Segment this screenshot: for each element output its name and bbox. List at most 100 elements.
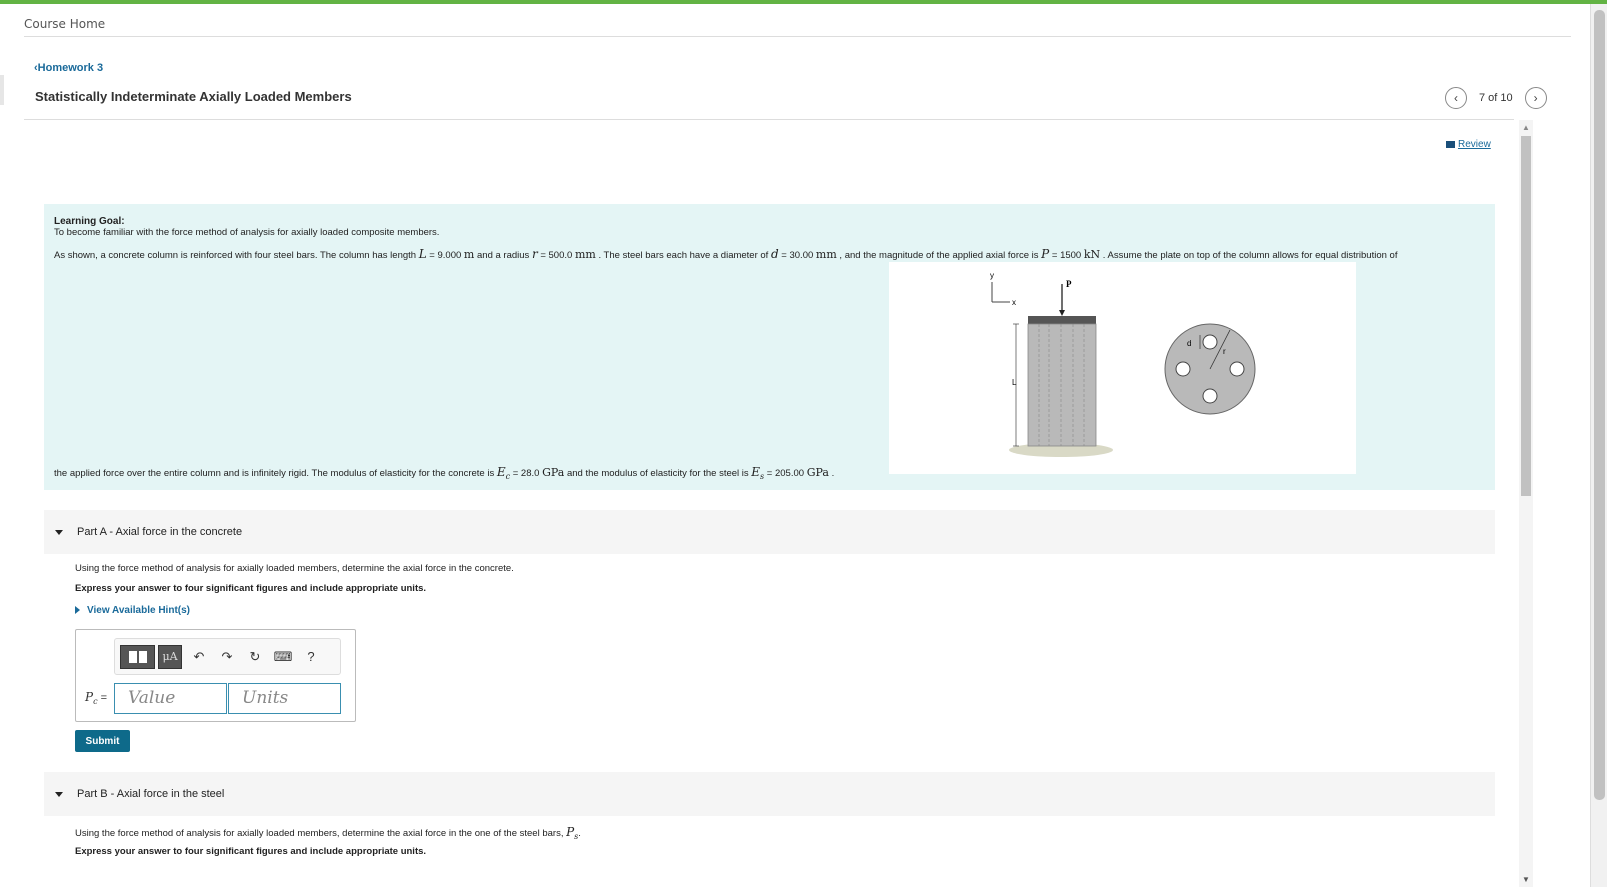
problem-paragraph-2: the applied force over the entire column…: [54, 465, 834, 481]
math-toolbar: μA ↶ ↷ ↻ ⌨ ?: [114, 638, 341, 675]
top-accent-bar: [0, 0, 1607, 4]
view-hints-link[interactable]: View Available Hint(s): [75, 605, 190, 616]
unit: mm: [815, 248, 837, 261]
steel-bar: [1229, 361, 1245, 377]
content-scrollbar[interactable]: ▲ ▼: [1519, 120, 1533, 887]
part-label: Part B: [77, 788, 108, 800]
submit-button[interactable]: Submit: [75, 730, 130, 752]
template-icon: [128, 650, 137, 663]
part-name: Axial force in the steel: [116, 788, 225, 800]
value: = 9.000: [426, 250, 464, 261]
undo-icon[interactable]: ↶: [185, 649, 213, 665]
math-var: P: [566, 825, 575, 839]
caret-down-icon: [55, 529, 63, 535]
unit: GPa: [806, 466, 829, 479]
chevron-left-icon: ‹: [1454, 91, 1458, 105]
side-tab[interactable]: [0, 75, 4, 105]
part-a-title: Part A - Axial force in the concrete: [77, 526, 243, 538]
problem-statement: Learning Goal: To become familiar with t…: [44, 204, 1495, 490]
problem-paragraph-1: As shown, a concrete column is reinforce…: [54, 247, 1397, 261]
answer-box: μA ↶ ↷ ↻ ⌨ ? Pc = Value Units: [75, 629, 356, 722]
content-scrollbar-thumb[interactable]: [1521, 136, 1531, 496]
column-diagram: y x P L r d: [990, 271, 1256, 457]
part-a-express: Express your answer to four significant …: [75, 583, 427, 594]
value: = 1500: [1049, 250, 1084, 261]
value: = 500.0: [537, 250, 575, 261]
hint-label: View Available Hint(s): [87, 605, 190, 616]
part-a-header[interactable]: Part A - Axial force in the concrete: [44, 510, 1495, 554]
radius-r-label: r: [1223, 347, 1226, 356]
caret-right-icon: [75, 606, 80, 615]
text: As shown, a concrete column is reinforce…: [54, 250, 419, 261]
help-icon[interactable]: ?: [297, 649, 325, 664]
review-label: Review: [1458, 139, 1491, 150]
part-name: Axial force in the concrete: [115, 526, 243, 538]
text: .: [828, 468, 835, 479]
value: = 205.00: [764, 468, 807, 479]
steel-bar: [1175, 361, 1191, 377]
caret-down-icon: [55, 791, 63, 797]
value: = 30.00: [778, 250, 816, 261]
page-count: 7 of 10: [1479, 92, 1513, 104]
part-a-instruction: Using the force method of analysis for a…: [75, 563, 514, 574]
course-home-link[interactable]: Course Home: [24, 17, 105, 31]
part-b-express: Express your answer to four significant …: [75, 846, 427, 857]
math-var: d: [770, 247, 779, 261]
chevron-right-icon: ›: [1533, 91, 1538, 105]
equals: =: [97, 692, 108, 704]
steel-bar: [1202, 334, 1218, 350]
unit: GPa: [542, 466, 565, 479]
page-scrollbar-thumb[interactable]: [1594, 10, 1605, 800]
book-icon: [1446, 140, 1455, 148]
math-var: E: [496, 465, 506, 479]
answer-label: Pc =: [85, 690, 107, 706]
scroll-up-icon[interactable]: ▲: [1522, 123, 1530, 132]
units-input[interactable]: Units: [228, 683, 341, 714]
math-var: E: [751, 465, 761, 479]
text: .: [578, 828, 581, 839]
part-b-instruction: Using the force method of analysis for a…: [75, 825, 581, 841]
reset-icon[interactable]: ↻: [241, 649, 269, 665]
divider: [24, 36, 1571, 37]
concrete-column: [1027, 323, 1097, 447]
page-title: Statistically Indeterminate Axially Load…: [35, 89, 352, 104]
rigid-plate: [1028, 316, 1096, 324]
force-p-label: P: [1066, 279, 1072, 289]
redo-icon[interactable]: ↷: [213, 649, 241, 665]
math-var: P: [85, 690, 94, 704]
template-icon: [138, 650, 147, 663]
page-scrollbar[interactable]: [1590, 4, 1607, 887]
templates-button[interactable]: [120, 644, 155, 669]
length-l-label: L: [1012, 378, 1017, 387]
diameter-d-label: d: [1187, 339, 1191, 348]
scroll-down-icon[interactable]: ▼: [1522, 875, 1530, 884]
part-b-header[interactable]: Part B - Axial force in the steel: [44, 772, 1495, 816]
unit: kN: [1083, 248, 1101, 261]
learning-goal-label: Learning Goal:: [54, 216, 125, 227]
text: the applied force over the entire column…: [54, 468, 497, 479]
text: Using the force method of analysis for a…: [75, 828, 567, 839]
text: . The steel bars each have a diameter of: [595, 250, 771, 261]
math-var: L: [418, 247, 427, 261]
part-b-title: Part B - Axial force in the steel: [77, 788, 225, 800]
unit: m: [463, 248, 475, 261]
units-button[interactable]: μA: [158, 644, 182, 669]
text: , and the magnitude of the applied axial…: [836, 250, 1042, 261]
learning-goal-text: To become familiar with the force method…: [54, 227, 440, 238]
unit: mm: [574, 248, 596, 261]
back-to-homework-link[interactable]: ‹Homework 3: [34, 62, 103, 74]
review-link[interactable]: Review: [1446, 139, 1491, 150]
mu-a-icon: μA: [162, 650, 178, 663]
text: and a radius: [474, 250, 532, 261]
part-label: Part A: [77, 526, 107, 538]
column-figure: y x P L r d: [889, 262, 1356, 474]
axis-y-label: y: [990, 271, 994, 280]
keyboard-icon[interactable]: ⌨: [269, 649, 297, 665]
previous-button[interactable]: ‹: [1445, 87, 1467, 109]
next-button[interactable]: ›: [1524, 87, 1547, 109]
value-input[interactable]: Value: [114, 683, 227, 714]
divider: [24, 119, 1514, 120]
axis-x-label: x: [1012, 298, 1016, 307]
pager: ‹ 7 of 10 ›: [1445, 87, 1547, 109]
value: = 28.0: [510, 468, 543, 479]
